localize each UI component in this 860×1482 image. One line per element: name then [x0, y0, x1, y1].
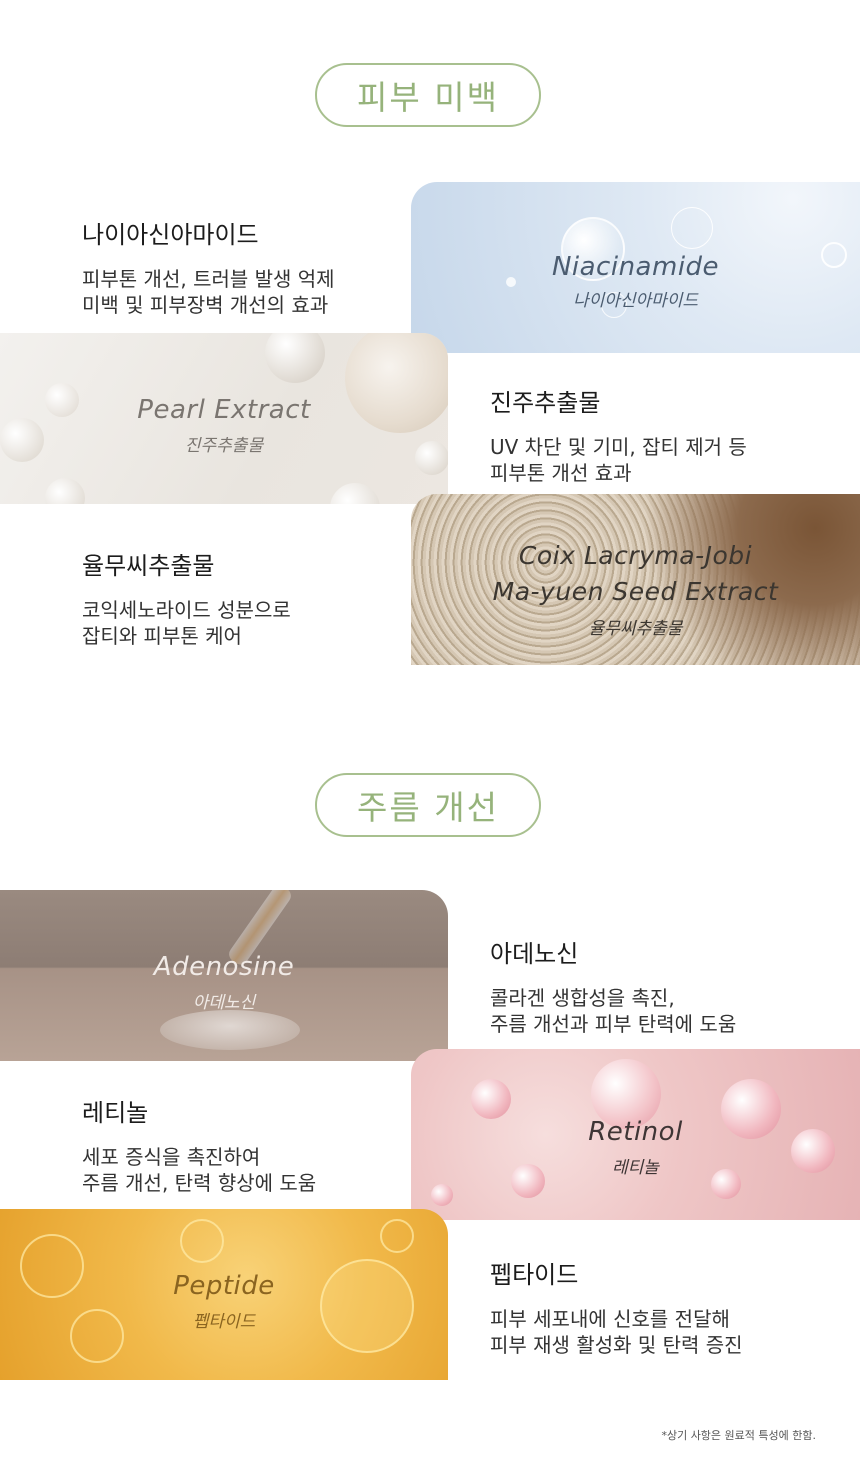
- peptide-text: 펩타이드 피부 세포내에 신호를 전달해 피부 재생 활성화 및 탄력 증진: [490, 1255, 743, 1358]
- coix-en-line-2: Ma-yuen Seed Extract: [492, 577, 779, 606]
- pearl-desc-2: 피부톤 개선 효과: [490, 461, 632, 485]
- coix-en-line-1: Coix Lacryma-Jobi: [518, 541, 753, 570]
- niacinamide-desc-2: 미백 및 피부장벽 개선의 효과: [82, 293, 329, 317]
- coix-desc-1: 코익세노라이드 성분으로: [82, 598, 291, 622]
- peptide-title: 펩타이드: [490, 1261, 579, 1289]
- footnote: *상기 사항은 원료적 특성에 한함.: [661, 1429, 816, 1442]
- retinol-image-card: Retinol 레티놀: [411, 1049, 860, 1220]
- retinol-desc-1: 세포 증식을 촉진하여: [82, 1145, 261, 1169]
- adenosine-ko-label: 아데노신: [192, 993, 256, 1013]
- niacinamide-desc-1: 피부톤 개선, 트러블 발생 억제: [82, 267, 335, 291]
- coix-en-label: Coix Lacryma-Jobi Ma-yuen Seed Extract: [411, 538, 860, 610]
- peptide-image-card: Peptide 펩타이드: [0, 1209, 448, 1380]
- pearl-desc-1: UV 차단 및 기미, 잡티 제거 등: [490, 435, 747, 459]
- niacinamide-en-label: Niacinamide: [551, 252, 720, 282]
- pearl-title: 진주추출물: [490, 389, 601, 417]
- niacinamide-image-card: Niacinamide 나이아신아마이드: [411, 182, 860, 353]
- coix-ko-label: 율무씨추출물: [588, 619, 683, 639]
- pearl-image-card: Pearl Extract 진주추출물: [0, 333, 448, 504]
- adenosine-desc-2: 주름 개선과 피부 탄력에 도움: [490, 1012, 737, 1036]
- pearl-text: 진주추출물 UV 차단 및 기미, 잡티 제거 등 피부톤 개선 효과: [490, 383, 747, 486]
- coix-image-card: Coix Lacryma-Jobi Ma-yuen Seed Extract 율…: [411, 494, 860, 665]
- adenosine-en-label: Adenosine: [153, 952, 295, 982]
- peptide-en-label: Peptide: [173, 1271, 275, 1301]
- niacinamide-text: 나이아신아마이드 피부톤 개선, 트러블 발생 억제 미백 및 피부장벽 개선의…: [82, 215, 335, 318]
- niacinamide-title: 나이아신아마이드: [82, 221, 259, 249]
- retinol-title: 레티놀: [82, 1099, 149, 1127]
- peptide-ko-label: 펩타이드: [192, 1312, 256, 1332]
- adenosine-desc-1: 콜라겐 생합성을 촉진,: [490, 986, 675, 1010]
- pearl-ko-label: 진주추출물: [184, 436, 264, 456]
- pearl-en-label: Pearl Extract: [137, 395, 311, 425]
- adenosine-image-card: Adenosine 아데노신: [0, 890, 448, 1061]
- retinol-text: 레티놀 세포 증식을 촉진하여 주름 개선, 탄력 향상에 도움: [82, 1093, 316, 1196]
- peptide-desc-1: 피부 세포내에 신호를 전달해: [490, 1307, 730, 1331]
- section-title-wrinkle: 주름 개선: [315, 773, 541, 837]
- coix-text: 율무씨추출물 코익세노라이드 성분으로 잡티와 피부톤 케어: [82, 546, 291, 649]
- section-title-whitening: 피부 미백: [315, 63, 541, 127]
- retinol-desc-2: 주름 개선, 탄력 향상에 도움: [82, 1171, 317, 1195]
- coix-title: 율무씨추출물: [82, 552, 215, 580]
- coix-desc-2: 잡티와 피부톤 케어: [82, 624, 242, 648]
- adenosine-title: 아데노신: [490, 940, 579, 968]
- niacinamide-ko-label: 나이아신아마이드: [572, 291, 699, 311]
- retinol-ko-label: 레티놀: [612, 1158, 659, 1178]
- peptide-desc-2: 피부 재생 활성화 및 탄력 증진: [490, 1333, 743, 1357]
- adenosine-text: 아데노신 콜라겐 생합성을 촉진, 주름 개선과 피부 탄력에 도움: [490, 934, 736, 1037]
- retinol-en-label: Retinol: [588, 1117, 683, 1147]
